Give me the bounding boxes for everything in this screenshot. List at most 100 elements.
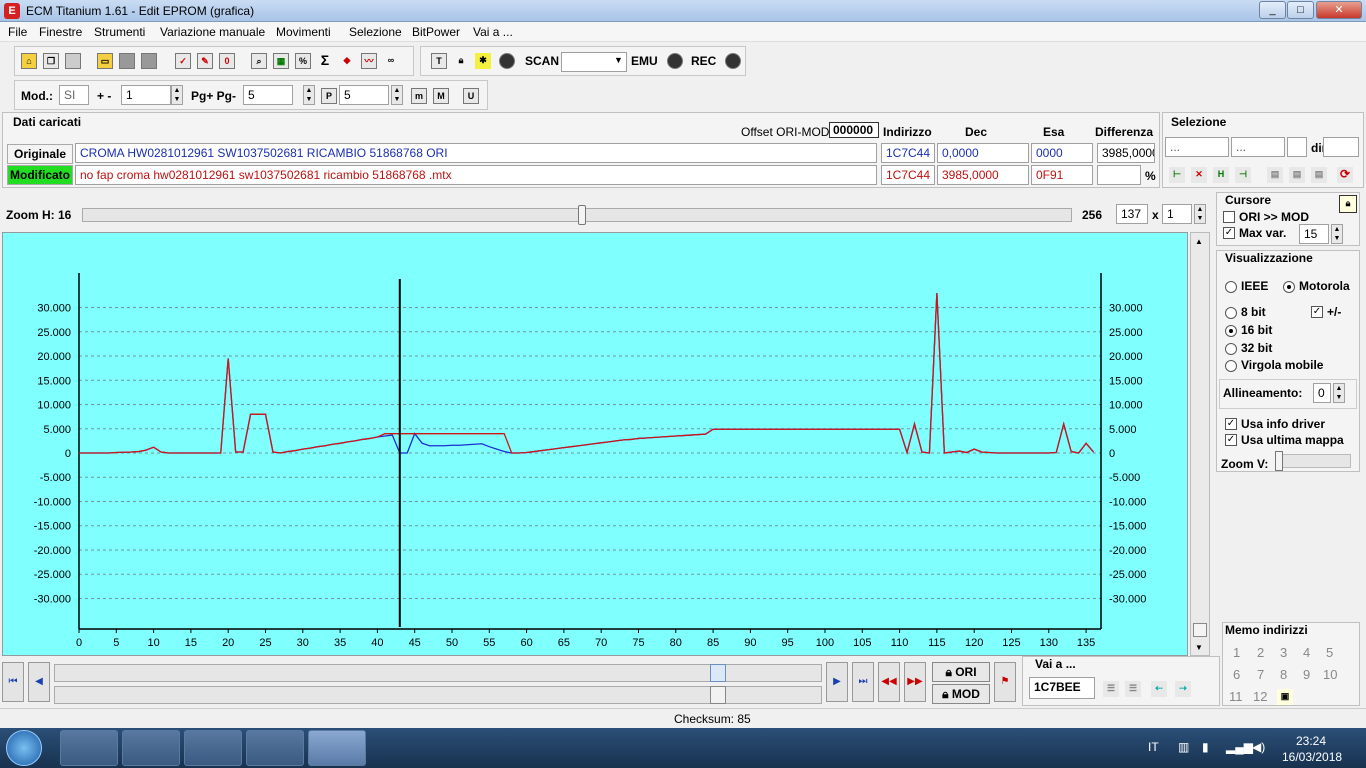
opera-taskbar-icon[interactable] — [184, 730, 242, 766]
save-icon[interactable] — [119, 53, 135, 69]
next-icon[interactable]: ▶ — [826, 662, 848, 702]
originale-dec[interactable]: 0,0000 — [937, 143, 1029, 163]
hscroll-bottom[interactable] — [54, 686, 822, 704]
edit-icon[interactable]: ✎ — [197, 53, 213, 69]
menu-movimenti[interactable]: Movimenti — [276, 25, 331, 39]
prev-icon[interactable]: ◀ — [28, 662, 50, 702]
u-icon[interactable]: U — [463, 88, 479, 104]
hscroll-top[interactable] — [54, 664, 822, 682]
memo-4[interactable]: 4 — [1303, 645, 1310, 660]
paste3-icon[interactable]: ▤ — [1311, 167, 1327, 183]
binoculars-icon[interactable]: ∞ — [383, 53, 399, 69]
flag-icon[interactable]: ⚑ — [994, 662, 1016, 702]
memo-5[interactable]: 5 — [1326, 645, 1333, 660]
pg-field[interactable]: 5 — [243, 85, 293, 105]
menu-selezione[interactable]: Selezione — [349, 25, 402, 39]
mod-field[interactable]: SI — [59, 85, 89, 105]
memo-12[interactable]: 12 — [1253, 689, 1267, 704]
prev-diff-icon[interactable]: ◀◀ — [878, 662, 900, 702]
chart-area[interactable]: 30.000 30.000 25.000 25.000 20.000 20.000 15.0… — [2, 232, 1188, 656]
shapes-icon[interactable]: ◆ — [339, 53, 355, 69]
explorer-taskbar-icon[interactable] — [60, 730, 118, 766]
lang-indicator[interactable]: IT — [1148, 740, 1159, 754]
originale-esa[interactable]: 0000 — [1031, 143, 1093, 163]
zoom-h-slider-track[interactable] — [82, 208, 1072, 222]
save-as-icon[interactable] — [141, 53, 157, 69]
memo-10[interactable]: 10 — [1323, 667, 1337, 682]
p-spinner[interactable]: ▲ ▼ — [391, 85, 403, 105]
memo-1[interactable]: 1 — [1233, 645, 1240, 660]
usa-ultima-checkbox[interactable]: ✓ — [1225, 434, 1237, 446]
selezione-extra[interactable] — [1287, 137, 1307, 157]
line-chart[interactable]: 30.000 30.000 25.000 25.000 20.000 20.000 15.0… — [3, 233, 1189, 657]
lock-icon[interactable]: 🔒︎ — [453, 53, 469, 69]
check-icon[interactable]: ✓ — [175, 53, 191, 69]
hscroll-top-thumb[interactable] — [710, 664, 726, 682]
differenza-value[interactable]: 3985,0000 — [1097, 143, 1155, 163]
select-mid-icon[interactable]: H — [1213, 167, 1229, 183]
rec-dot-icon[interactable] — [725, 53, 741, 69]
zero-icon[interactable]: 0 — [219, 53, 235, 69]
refresh-icon[interactable]: ⟳ — [1337, 167, 1353, 183]
motorola-radio[interactable] — [1283, 281, 1295, 293]
zoom-h-slider-thumb[interactable] — [578, 205, 586, 225]
zoom-mult[interactable]: 1 — [1162, 204, 1192, 224]
percent-icon[interactable]: % — [295, 53, 311, 69]
modificato-addr[interactable]: 1C7C44 — [881, 165, 935, 185]
close-button[interactable]: ✕ — [1316, 1, 1362, 19]
scroll-down-icon[interactable]: ▼ — [1195, 643, 1203, 652]
32bit-radio[interactable] — [1225, 343, 1237, 355]
hscroll-bottom-thumb[interactable] — [710, 686, 726, 704]
modificato-name[interactable]: no fap croma hw0281012961 sw1037502681 r… — [75, 165, 877, 185]
emu-dot-icon[interactable] — [667, 53, 683, 69]
zoom-h-value[interactable]: 137 — [1116, 204, 1148, 224]
usa-info-checkbox[interactable]: ✓ — [1225, 418, 1237, 430]
menu-bitpower[interactable]: BitPower — [412, 25, 460, 39]
paste2-icon[interactable]: ▤ — [1289, 167, 1305, 183]
ecm-taskbar-icon[interactable] — [308, 730, 366, 766]
selezione-start[interactable]: ... — [1165, 137, 1229, 157]
next-diff-icon[interactable]: ▶▶ — [904, 662, 926, 702]
last-page-icon[interactable]: ⏭ — [852, 662, 874, 702]
zoom-v-thumb[interactable] — [1275, 451, 1283, 471]
record-dot-icon[interactable] — [499, 53, 515, 69]
text-icon[interactable]: T — [431, 53, 447, 69]
minimize-button[interactable]: _ — [1259, 1, 1286, 19]
select-start-icon[interactable]: ⊢ — [1169, 167, 1185, 183]
memo-8[interactable]: 8 — [1280, 667, 1287, 682]
16bit-radio[interactable] — [1225, 325, 1237, 337]
scroll-up-icon[interactable]: ▲ — [1195, 237, 1203, 246]
plusminus-field[interactable]: 1 — [121, 85, 171, 105]
memo-6[interactable]: 6 — [1233, 667, 1240, 682]
modificato-dec[interactable]: 3985,0000 — [937, 165, 1029, 185]
virgola-radio[interactable] — [1225, 360, 1237, 372]
menu-file[interactable]: File — [8, 25, 27, 39]
memo-9[interactable]: 9 — [1303, 667, 1310, 682]
cursor-lock-icon[interactable]: 🔒︎ — [1339, 195, 1357, 213]
dim-field[interactable] — [1323, 137, 1359, 157]
percent-field[interactable] — [1097, 165, 1141, 185]
network-icon[interactable]: ▥ — [1178, 740, 1189, 754]
menu-variazione[interactable]: Variazione manuale — [160, 25, 265, 39]
offset-field[interactable]: 000000 — [829, 122, 879, 138]
max-var-spinner[interactable]: ▲ ▼ — [1331, 224, 1343, 244]
allineamento-spinner[interactable]: ▲ ▼ — [1333, 383, 1345, 403]
modificato-esa[interactable]: 0F91 — [1031, 165, 1093, 185]
calc-icon[interactable]: ▦ — [273, 53, 289, 69]
runner-icon[interactable]: ✱ — [475, 53, 491, 69]
vscroll-thumb[interactable] — [1193, 623, 1207, 637]
plusminus-spinner[interactable]: ▲ ▼ — [171, 85, 183, 105]
memo-3[interactable]: 3 — [1280, 645, 1287, 660]
max-var-checkbox[interactable]: ✓ — [1223, 227, 1235, 239]
memo-back-icon[interactable]: ⇠ — [1151, 681, 1167, 697]
menu-finestre[interactable]: Finestre — [39, 25, 82, 39]
memo-2[interactable]: 2 — [1257, 645, 1264, 660]
originale-addr[interactable]: 1C7C44 — [881, 143, 935, 163]
max-var-field[interactable]: 15 — [1299, 224, 1329, 244]
memo-7[interactable]: 7 — [1257, 667, 1264, 682]
mod-button[interactable]: 🔒︎ MOD — [932, 684, 990, 704]
ori-mod-checkbox[interactable] — [1223, 211, 1235, 223]
page-icon[interactable] — [65, 53, 81, 69]
memo-11[interactable]: 11 — [1229, 689, 1243, 704]
ori-button[interactable]: 🔒︎ ORI — [932, 662, 990, 682]
